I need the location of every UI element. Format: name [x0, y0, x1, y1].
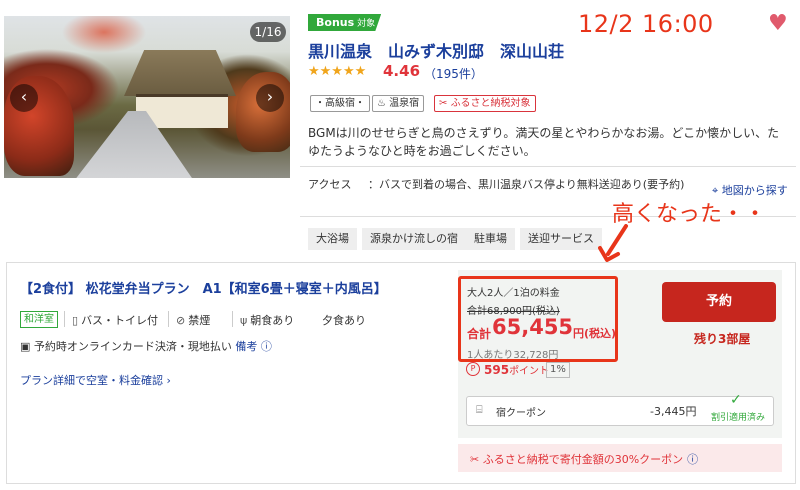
tag-premium: ・高級宿・ — [310, 95, 370, 112]
feature-label: 禁煙 — [188, 314, 211, 327]
points-rate: 1% — [546, 362, 570, 378]
ticket-icon: ⌸ — [476, 403, 483, 416]
info-icon: ⓘ — [260, 340, 272, 353]
payment-note-link[interactable]: 備考 ⓘ — [235, 340, 272, 353]
annotation-note: 高くなった・・ — [612, 202, 767, 227]
photo-counter: 1/16 — [250, 22, 286, 42]
divider — [300, 166, 796, 167]
no-smoking-icon: ⊘ — [176, 314, 186, 327]
amenity-parking: 駐車場 — [466, 228, 515, 250]
book-button[interactable]: 予約 — [662, 282, 776, 322]
price-total-label: 合計 — [467, 327, 492, 341]
check-icon: ✓ — [730, 392, 742, 408]
annotation-arrow-icon — [598, 224, 628, 262]
cutlery-icon: ψ — [240, 314, 248, 327]
rooms-left: 残り3部屋 — [694, 332, 751, 346]
coupon-status: 割引適用済み — [711, 413, 766, 423]
tag-furusato: ✂ ふるさと納税対象 — [434, 95, 536, 112]
access-label: アクセス — [308, 178, 352, 191]
bonus-sub: 対象 — [357, 19, 376, 29]
points-value: 595 — [484, 363, 510, 377]
furusato-label: ふるさと納税で寄付金額の30%クーポン — [482, 453, 684, 466]
heart-icon[interactable]: ♥ — [768, 11, 788, 36]
divider — [168, 311, 169, 327]
info-icon[interactable]: ⓘ — [687, 453, 698, 466]
payment-info: ▣ 予約時オンラインカード決済・現地払い 備考 ⓘ — [20, 338, 272, 354]
divider — [64, 311, 65, 327]
photo-roof — [124, 50, 236, 96]
hotel-name[interactable]: 黒川温泉 山みず木別邸 深山山荘 — [308, 38, 564, 62]
amenity-spring: 源泉かけ流しの宿 — [362, 228, 466, 250]
annotation-date: 12/2 16:00 — [578, 10, 714, 38]
scissors-icon: ✂ — [470, 453, 480, 466]
plan-title[interactable]: 【2食付】 松花堂弁当プラン A1【和室6畳＋寝室＋内風呂】 — [20, 278, 387, 297]
points-unit: ポイント — [509, 366, 550, 377]
rating-value: 4.46 — [383, 62, 421, 80]
feature-bath-toilet: ▯ バス・トイレ付 — [72, 312, 158, 328]
room-type-badge: 和洋室 — [20, 311, 58, 328]
card-icon: ▣ — [20, 340, 31, 353]
feature-label: 朝食あり — [250, 314, 295, 327]
amenity-bath: 大浴場 — [308, 228, 357, 250]
tag-furusato-label: ふるさと納税対象 — [450, 98, 531, 109]
bonus-badge: Bonus 対象 — [308, 14, 382, 31]
furusato-text[interactable]: ✂ ふるさと納税で寄付金額の30%クーポン ⓘ — [470, 451, 698, 467]
divider — [232, 311, 233, 327]
payment-label: 予約時オンラインカード決済・現地払い — [33, 340, 232, 353]
amenity-shuttle: 送迎サービス — [520, 228, 602, 250]
tag-onsen-label: 温泉宿 — [389, 98, 420, 109]
bath-icon: ▯ — [72, 314, 79, 327]
access-text: ：バスで到着の場合、黒川温泉バス停より無料送迎あり(要予約) — [368, 178, 685, 191]
points-icon: P — [466, 362, 480, 376]
payment-note-label: 備考 — [235, 340, 258, 353]
hotel-photo[interactable] — [4, 16, 290, 178]
price-total: 65,455 — [492, 315, 574, 339]
star-rating-icon: ★★★★★ — [308, 64, 367, 79]
hotel-description: BGMは川のせせらぎと鳥のさえずり。満天の星とやわらかなお湯。どこか懐かしい、た… — [308, 126, 780, 158]
review-count-link[interactable]: （195件） — [424, 65, 483, 82]
plan-detail-link[interactable]: プラン詳細で空室・料金確認 › — [20, 372, 171, 388]
bonus-label: Bonus — [316, 16, 355, 29]
chevron-right-icon[interactable]: › — [256, 84, 284, 112]
plan-detail-label: プラン詳細で空室・料金確認 — [20, 374, 163, 387]
tag-onsen: ♨ 温泉宿 — [372, 95, 425, 112]
chevron-right-icon: › — [166, 374, 171, 387]
photo-tree — [236, 72, 290, 152]
coupon-label: 宿クーポン — [496, 408, 546, 419]
price-tax: 円(税込) — [573, 327, 617, 340]
feature-breakfast: ψ 朝食あり — [240, 312, 294, 328]
feature-label: バス・トイレ付 — [81, 314, 159, 327]
feature-dinner: 夕食あり — [322, 314, 366, 327]
coupon-amount: -3,445円 — [650, 405, 697, 418]
chevron-left-icon[interactable]: ‹ — [10, 84, 38, 112]
feature-non-smoking: ⊘ 禁煙 — [176, 312, 210, 328]
price-per-person: 1人あたり32,728円 — [467, 350, 559, 361]
price-persons: 大人2人／1泊の料金 — [467, 288, 560, 299]
points: 595ポイント — [484, 362, 549, 377]
